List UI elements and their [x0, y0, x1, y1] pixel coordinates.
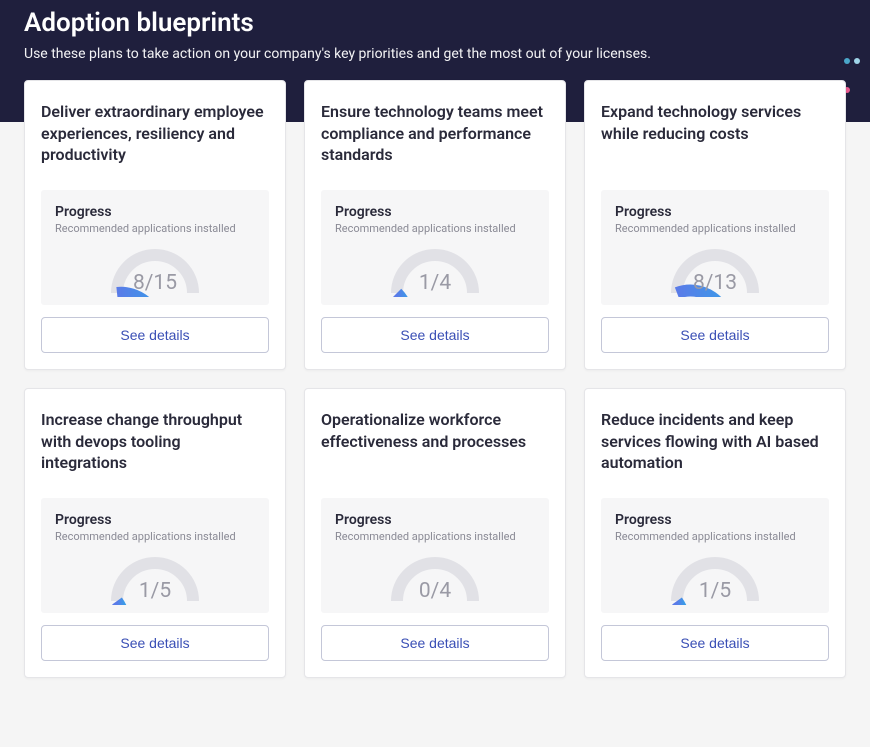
progress-count: 1/5	[699, 579, 731, 603]
see-details-button[interactable]: See details	[41, 625, 269, 661]
blueprint-card: Ensure technology teams meet compliance …	[304, 80, 566, 370]
progress-panel: Progress Recommended applications instal…	[41, 190, 269, 305]
progress-label: Progress	[55, 204, 255, 220]
progress-label: Progress	[615, 204, 815, 220]
progress-count: 8/15	[133, 271, 177, 295]
card-title: Deliver extraordinary employee experienc…	[41, 101, 269, 167]
gauge-icon: 8/15	[55, 241, 255, 297]
progress-sublabel: Recommended applications installed	[335, 530, 535, 543]
blueprint-card: Increase change throughput with devops t…	[24, 388, 286, 678]
blueprint-card: Deliver extraordinary employee experienc…	[24, 80, 286, 370]
progress-sublabel: Recommended applications installed	[615, 222, 815, 235]
gauge-icon: 1/5	[615, 549, 815, 605]
progress-panel: Progress Recommended applications instal…	[601, 498, 829, 613]
progress-sublabel: Recommended applications installed	[335, 222, 535, 235]
gauge-icon: 1/5	[55, 549, 255, 605]
progress-sublabel: Recommended applications installed	[615, 530, 815, 543]
see-details-button[interactable]: See details	[321, 625, 549, 661]
gauge-icon: 8/13	[615, 241, 815, 297]
see-details-button[interactable]: See details	[321, 317, 549, 353]
blueprint-card: Reduce incidents and keep services flowi…	[584, 388, 846, 678]
blueprint-card: Expand technology services while reducin…	[584, 80, 846, 370]
progress-panel: Progress Recommended applications instal…	[321, 190, 549, 305]
card-title: Ensure technology teams meet compliance …	[321, 101, 549, 167]
progress-label: Progress	[615, 512, 815, 528]
card-title: Expand technology services while reducin…	[601, 101, 829, 167]
progress-sublabel: Recommended applications installed	[55, 222, 255, 235]
progress-count: 1/4	[419, 271, 451, 295]
see-details-button[interactable]: See details	[41, 317, 269, 353]
progress-count: 1/5	[139, 579, 171, 603]
progress-panel: Progress Recommended applications instal…	[41, 498, 269, 613]
progress-label: Progress	[335, 512, 535, 528]
progress-label: Progress	[55, 512, 255, 528]
progress-panel: Progress Recommended applications instal…	[601, 190, 829, 305]
card-title: Operationalize workforce effectiveness a…	[321, 409, 549, 475]
progress-count: 8/13	[693, 271, 737, 295]
progress-panel: Progress Recommended applications instal…	[321, 498, 549, 613]
blueprint-card: Operationalize workforce effectiveness a…	[304, 388, 566, 678]
progress-sublabel: Recommended applications installed	[55, 530, 255, 543]
gauge-icon: 1/4	[335, 241, 535, 297]
see-details-button[interactable]: See details	[601, 625, 829, 661]
progress-label: Progress	[335, 204, 535, 220]
gauge-icon: 0/4	[335, 549, 535, 605]
progress-count: 0/4	[419, 579, 451, 603]
card-title: Reduce incidents and keep services flowi…	[601, 409, 829, 475]
blueprint-grid: Deliver extraordinary employee experienc…	[0, 80, 870, 702]
see-details-button[interactable]: See details	[601, 317, 829, 353]
page-title: Adoption blueprints	[24, 8, 846, 38]
page-subtitle: Use these plans to take action on your c…	[24, 46, 846, 62]
card-title: Increase change throughput with devops t…	[41, 409, 269, 475]
